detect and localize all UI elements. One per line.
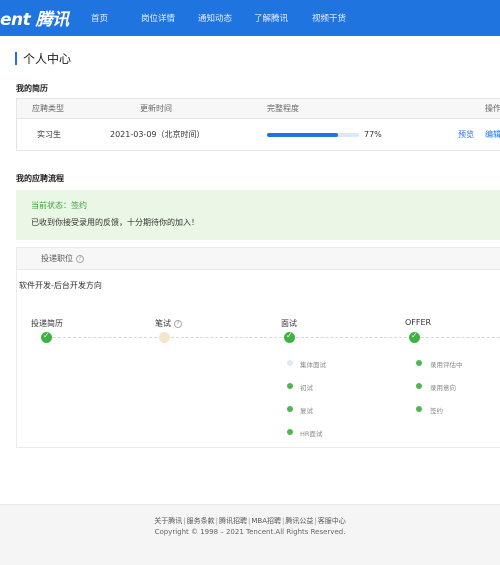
- substep-pending-icon: [287, 360, 293, 366]
- nav-item-notifications[interactable]: 通知动态: [198, 12, 232, 24]
- substep-second-interview: 复试: [300, 407, 313, 415]
- substep-check-icon: [416, 360, 422, 366]
- position-header-label: 投递职位: [41, 254, 73, 263]
- substep-first-interview: 初试: [300, 384, 313, 392]
- help-icon[interactable]: ?: [174, 319, 182, 328]
- nav-item-home[interactable]: 首页: [91, 12, 108, 24]
- footer-link-charity[interactable]: 腾讯公益: [285, 517, 313, 525]
- table-row: 实习生 2021-03-09（北京时间） 77% 预览 编辑: [17, 119, 500, 151]
- substep-check-icon: [287, 383, 293, 389]
- stage-label-resume: 投递简历: [31, 319, 63, 328]
- current-status-message: 已收到你接受录用的反馈，十分期待你的加入！: [31, 218, 199, 227]
- footer-separator: |: [314, 517, 317, 525]
- footer-link-about[interactable]: 关于腾讯: [154, 517, 182, 525]
- stage-resume-check-icon: ✓: [41, 331, 52, 343]
- tencent-logo[interactable]: ent 腾讯: [0, 5, 69, 30]
- completeness-progress-fill: [267, 133, 338, 137]
- process-section-title: 我的应聘流程: [16, 174, 64, 183]
- page-footer: 关于腾讯|服务条款|腾讯招聘|MBA招聘|腾讯公益|客服中心 Copyright…: [0, 504, 500, 565]
- footer-link-terms[interactable]: 服务条款: [187, 517, 215, 525]
- substep-group-interview: 集体面试: [300, 361, 326, 369]
- substep-check-icon: [287, 406, 293, 412]
- application-flow-panel: 投递职位?: [16, 247, 500, 448]
- edit-link[interactable]: 编辑: [485, 119, 500, 151]
- footer-link-support[interactable]: 客服中心: [318, 517, 346, 525]
- top-navigation-bar: ent 腾讯 首页 岗位详情 通知动态 了解腾讯 视频干货: [0, 0, 500, 36]
- header-application-type: 应聘类型: [32, 104, 64, 113]
- completeness-progress-bar: [267, 133, 359, 137]
- applied-position-name: 软件开发-后台开发方向: [19, 281, 102, 290]
- stage-connector: [421, 337, 500, 338]
- resume-table-header: 应聘类型 更新时间 完整程度 操作: [17, 99, 500, 119]
- footer-copyright: Copyright © 1998 – 2021 Tencent.All Righ…: [154, 528, 346, 536]
- footer-link-mba[interactable]: MBA招聘: [251, 517, 281, 525]
- header-update-time: 更新时间: [140, 104, 172, 113]
- stage-connector: [296, 337, 407, 338]
- footer-separator: |: [215, 517, 218, 525]
- header-actions: 操作: [485, 104, 500, 113]
- nav-item-about-tencent[interactable]: 了解腾讯: [254, 12, 288, 24]
- completeness-percent: 77%: [364, 130, 382, 139]
- substep-hr-interview: HR面试: [300, 430, 323, 438]
- footer-links: 关于腾讯|服务条款|腾讯招聘|MBA招聘|腾讯公益|客服中心: [0, 516, 500, 526]
- substep-offer-evaluation: 录用评估中: [430, 361, 463, 369]
- footer-separator: |: [282, 517, 285, 525]
- stage-label-written-test-text: 笔试: [155, 319, 171, 328]
- resume-section-title: 我的简历: [16, 84, 48, 93]
- stage-interview-check-icon: ✓: [284, 331, 295, 343]
- footer-separator: |: [183, 517, 186, 525]
- update-time-value: 2021-03-09（北京时间）: [110, 130, 205, 139]
- title-accent-bar: [15, 51, 17, 65]
- help-icon[interactable]: ?: [76, 254, 84, 263]
- position-header: 投递职位?: [41, 253, 84, 264]
- nav-item-job-details[interactable]: 岗位详情: [141, 12, 175, 24]
- substep-check-icon: [416, 383, 422, 389]
- stage-label-written-test: 笔试?: [155, 318, 182, 329]
- page-title: 个人中心: [23, 51, 72, 66]
- application-type-value: 实习生: [37, 130, 61, 139]
- header-completeness: 完整程度: [267, 104, 299, 113]
- substep-signing: 签约: [430, 407, 443, 415]
- stage-label-offer: OFFER: [405, 318, 432, 327]
- stage-connector: [53, 337, 157, 338]
- stage-written-test-pending-icon: [159, 332, 170, 343]
- footer-separator: |: [248, 517, 251, 525]
- current-status-box: 当前状态：签约 已收到你接受录用的反馈，十分期待你的加入！: [16, 190, 500, 240]
- nav-item-videos[interactable]: 视频干货: [312, 12, 346, 24]
- stage-offer-check-icon: ✓: [409, 331, 420, 343]
- substep-offer-intent: 录用意向: [430, 384, 456, 392]
- page-title-container: 个人中心: [15, 51, 72, 66]
- stage-connector: [171, 337, 282, 338]
- substep-check-icon: [416, 406, 422, 412]
- footer-link-recruiting[interactable]: 腾讯招聘: [219, 517, 247, 525]
- resume-table: 应聘类型 更新时间 完整程度 操作 实习生 2021-03-09（北京时间） 7…: [16, 98, 500, 151]
- stage-label-interview: 面试: [281, 319, 297, 328]
- flow-panel-header: 投递职位?: [17, 248, 500, 270]
- preview-link[interactable]: 预览: [458, 119, 474, 151]
- current-status-label: 当前状态：签约: [31, 201, 87, 210]
- substep-check-icon: [287, 429, 293, 435]
